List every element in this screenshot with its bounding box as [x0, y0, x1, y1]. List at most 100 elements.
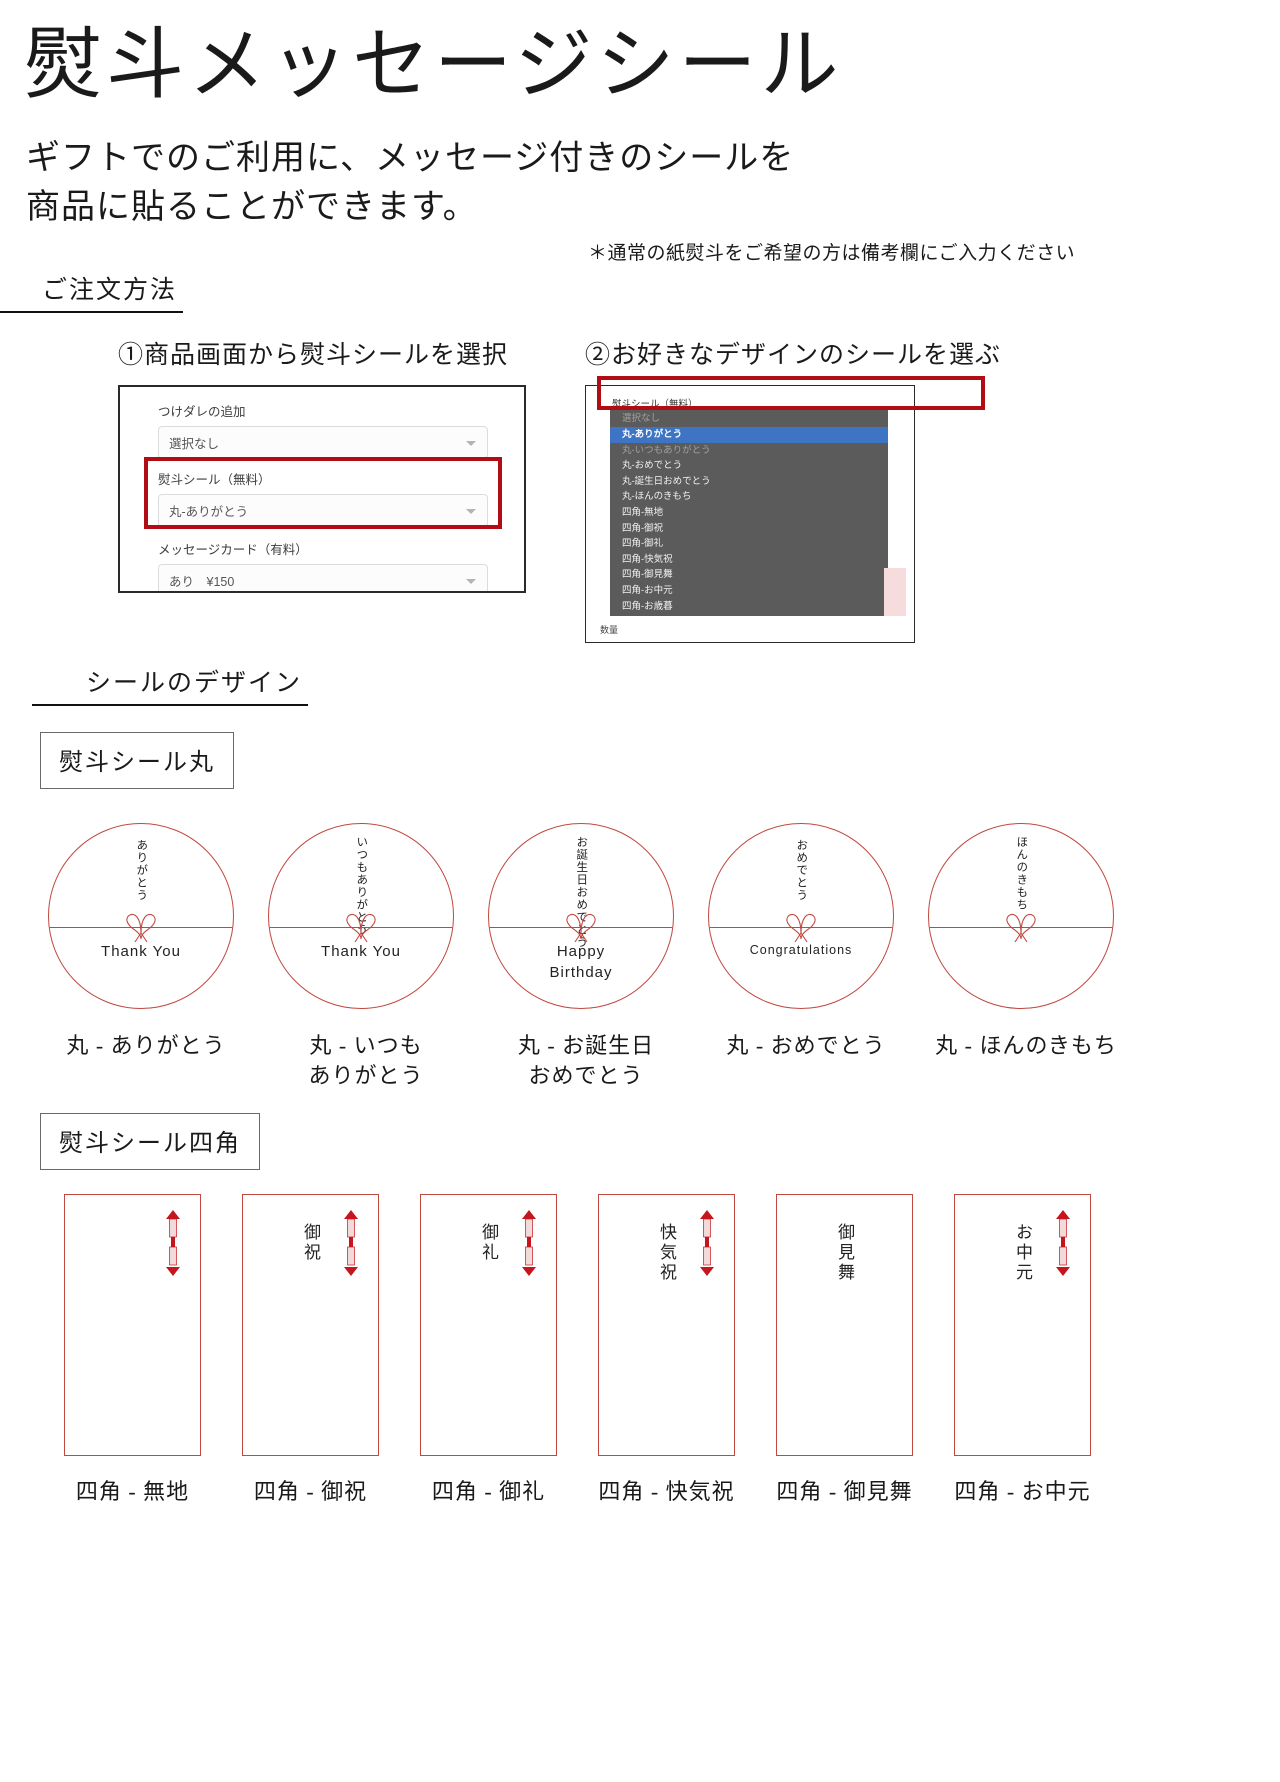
noshi-ornament-icon: [344, 1209, 358, 1276]
field-noshi-select[interactable]: 丸-ありがとう: [158, 494, 488, 528]
field-message-card-label: メッセージカード（有料）: [158, 543, 308, 558]
square-text: お中元: [1013, 1222, 1032, 1283]
circle-caption: 丸 - ありがとう: [66, 1033, 226, 1059]
square-sticker-item[interactable]: お中元 四角 - お中元: [945, 1193, 1100, 1506]
circle-message-text: Happy Birthday: [549, 943, 613, 981]
square-caption: 四角 - 御見舞: [776, 1478, 913, 1504]
dropdown-option[interactable]: 四角-御祝: [610, 521, 888, 537]
circle-group: 熨斗シール丸 ありがとう Thank You 丸 - ありがとう いつもありがと…: [0, 732, 1280, 1090]
circle-sticker-item[interactable]: お誕生日おめでとう Happy Birthday 丸 - お誕生日 おめでとう: [488, 823, 684, 1090]
circle-top-text: ほんのきもち: [1015, 836, 1028, 912]
circle-top-text: おめでとう: [795, 839, 808, 902]
field-noshi-value: 丸-ありがとう: [169, 505, 249, 520]
mizuhiki-bow-icon: [126, 914, 156, 943]
circle-message-text: Thank You: [321, 943, 401, 961]
square-caption: 四角 - 無地: [75, 1478, 190, 1504]
lead-line-1: ギフトでのご利用に、メッセージ付きのシールを: [26, 139, 795, 177]
sticker-design-section: シールのデザイン: [31, 663, 1280, 707]
noshi-ornament-icon: [166, 1209, 180, 1276]
dropdown-option[interactable]: 四角-御見舞: [610, 567, 888, 583]
dropdown-option[interactable]: 丸-ほんのきもち: [610, 489, 888, 505]
field-message-card: メッセージカード（有料） あり ¥150: [158, 539, 488, 592]
decorative-panel: [884, 568, 906, 617]
square-text: 快気祝: [657, 1222, 676, 1283]
circle-top-text: お誕生日おめでとう: [575, 836, 588, 949]
circle-top-text: いつもありがとう: [355, 836, 368, 937]
chevron-down-icon: [466, 578, 476, 584]
mizuhiki-bow-icon: [786, 914, 816, 943]
field-message-card-select[interactable]: あり ¥150: [158, 564, 488, 592]
dropdown-option[interactable]: 四角-お歳暮: [610, 599, 888, 615]
dropdown-option[interactable]: 四角-御礼: [610, 536, 888, 552]
field-tare: つけダレの追加 選択なし: [158, 401, 488, 460]
square-sticker-art: 御祝: [242, 1193, 379, 1456]
paper-noshi-note: ＊通常の紙熨斗をご希望の方は備考欄にご入力ください: [588, 243, 1076, 264]
lead-line-2: 商品に貼ることができます。: [26, 189, 478, 227]
step-2: ②お好きなデザインのシールを選ぶ 熨斗シール（無料） 選択なし 丸-ありがとう …: [585, 335, 1065, 644]
square-sticker-art: [64, 1193, 201, 1456]
square-sticker-item[interactable]: 御祝 四角 - 御祝: [233, 1193, 388, 1506]
field-message-card-value: あり ¥150: [169, 575, 235, 590]
lead-text: ギフトでのご利用に、メッセージ付きのシールを 商品に貼ることができます。: [26, 134, 1280, 233]
circle-sticker-item[interactable]: ありがとう Thank You 丸 - ありがとう: [48, 823, 244, 1090]
dropdown-option-selected[interactable]: 丸-ありがとう: [610, 426, 888, 443]
square-caption: 四角 - 快気祝: [598, 1478, 735, 1504]
order-method-heading: ご注文方法: [0, 270, 191, 314]
circle-sticker-art: いつもありがとう Thank You: [268, 823, 454, 1010]
square-sticker-item[interactable]: 四角 - 無地: [55, 1193, 210, 1506]
square-sticker-item[interactable]: 御礼 四角 - 御礼: [411, 1193, 566, 1506]
field-noshi: 熨斗シール（無料） 丸-ありがとう: [158, 469, 488, 528]
square-text: 御祝: [301, 1222, 320, 1263]
product-form-screenshot: つけダレの追加 選択なし 熨斗シール（無料） 丸-ありがとう メッセージカード（…: [118, 385, 526, 594]
square-caption: 四角 - 御礼: [431, 1478, 546, 1504]
square-sticker-item[interactable]: 御見舞 四角 - 御見舞: [767, 1193, 922, 1506]
noshi-ornament-icon: [1056, 1209, 1070, 1276]
dropdown-option[interactable]: 丸-おめでとう: [610, 458, 888, 474]
dropdown-option[interactable]: 選択なし: [610, 411, 888, 427]
field-tare-label: つけダレの追加: [158, 405, 246, 420]
square-sticker-list: 四角 - 無地 御祝 四角 - 御祝 御礼 四角 - 御礼 快気祝 四角 - 快…: [55, 1193, 1280, 1506]
noshi-ornament-icon: [522, 1209, 536, 1276]
step-2-label: ②お好きなデザインのシールを選ぶ: [585, 341, 1002, 370]
circle-sticker-item[interactable]: いつもありがとう Thank You 丸 - いつも ありがとう: [268, 823, 464, 1090]
square-caption: 四角 - 御祝: [253, 1478, 368, 1504]
square-group-tag: 熨斗シール四角: [40, 1112, 260, 1170]
page-title: 熨斗メッセージシール: [24, 21, 843, 108]
dropdown-option[interactable]: 四角-快気祝: [610, 552, 888, 568]
circle-sticker-art: ありがとう Thank You: [48, 823, 234, 1010]
circle-group-tag: 熨斗シール丸: [40, 732, 234, 790]
circle-caption: 丸 - お誕生日 おめでとう: [517, 1033, 655, 1089]
square-text: 御礼: [479, 1222, 498, 1263]
circle-sticker-list: ありがとう Thank You 丸 - ありがとう いつもありがとう Thank…: [48, 823, 1280, 1090]
circle-sticker-item[interactable]: おめでとう Congratulations 丸 - おめでとう: [708, 823, 904, 1090]
circle-caption: 丸 - いつも ありがとう: [308, 1033, 424, 1089]
circle-top-text: ありがとう: [135, 839, 148, 902]
circle-message-text: Thank You: [101, 943, 181, 961]
mizuhiki-bow-icon: [346, 914, 376, 943]
field-tare-select[interactable]: 選択なし: [158, 426, 488, 460]
circle-message-text: Congratulations: [749, 943, 853, 958]
circle-sticker-art: お誕生日おめでとう Happy Birthday: [488, 823, 674, 1010]
square-sticker-art: お中元: [954, 1193, 1091, 1456]
circle-caption: 丸 - ほんのきもち: [935, 1033, 1117, 1059]
circle-sticker-item[interactable]: ほんのきもち 丸 - ほんのきもち: [928, 823, 1124, 1090]
dropdown-screenshot: 熨斗シール（無料） 選択なし 丸-ありがとう 丸-いつもありがとう 丸-おめでと…: [585, 385, 915, 644]
noshi-options-dropdown[interactable]: 選択なし 丸-ありがとう 丸-いつもありがとう 丸-おめでとう 丸-誕生日おめで…: [610, 408, 888, 617]
dropdown-option[interactable]: 丸-誕生日おめでとう: [610, 474, 888, 490]
steps-row: ①商品画面から熨斗シールを選択 つけダレの追加 選択なし 熨斗シール（無料） 丸…: [0, 335, 1280, 644]
quantity-label: 数量: [600, 625, 619, 636]
square-sticker-art: 御見舞: [776, 1193, 913, 1456]
circle-sticker-art: ほんのきもち: [928, 823, 1114, 1010]
dropdown-option[interactable]: 丸-いつもありがとう: [610, 443, 888, 459]
dropdown-option[interactable]: 四角-お中元: [610, 583, 888, 599]
sticker-design-heading: シールのデザイン: [31, 663, 316, 707]
step-1-label: ①商品画面から熨斗シールを選択: [118, 341, 509, 370]
square-sticker-item[interactable]: 快気祝 四角 - 快気祝: [589, 1193, 744, 1506]
step-1: ①商品画面から熨斗シールを選択 つけダレの追加 選択なし 熨斗シール（無料） 丸…: [118, 335, 588, 594]
dropdown-option[interactable]: 四角-無地: [610, 505, 888, 521]
chevron-down-icon: [466, 440, 476, 446]
order-method-section: ご注文方法: [0, 270, 1280, 314]
mizuhiki-bow-icon: [1006, 914, 1036, 943]
noshi-ornament-icon: [700, 1209, 714, 1276]
square-caption: 四角 - お中元: [954, 1478, 1091, 1504]
